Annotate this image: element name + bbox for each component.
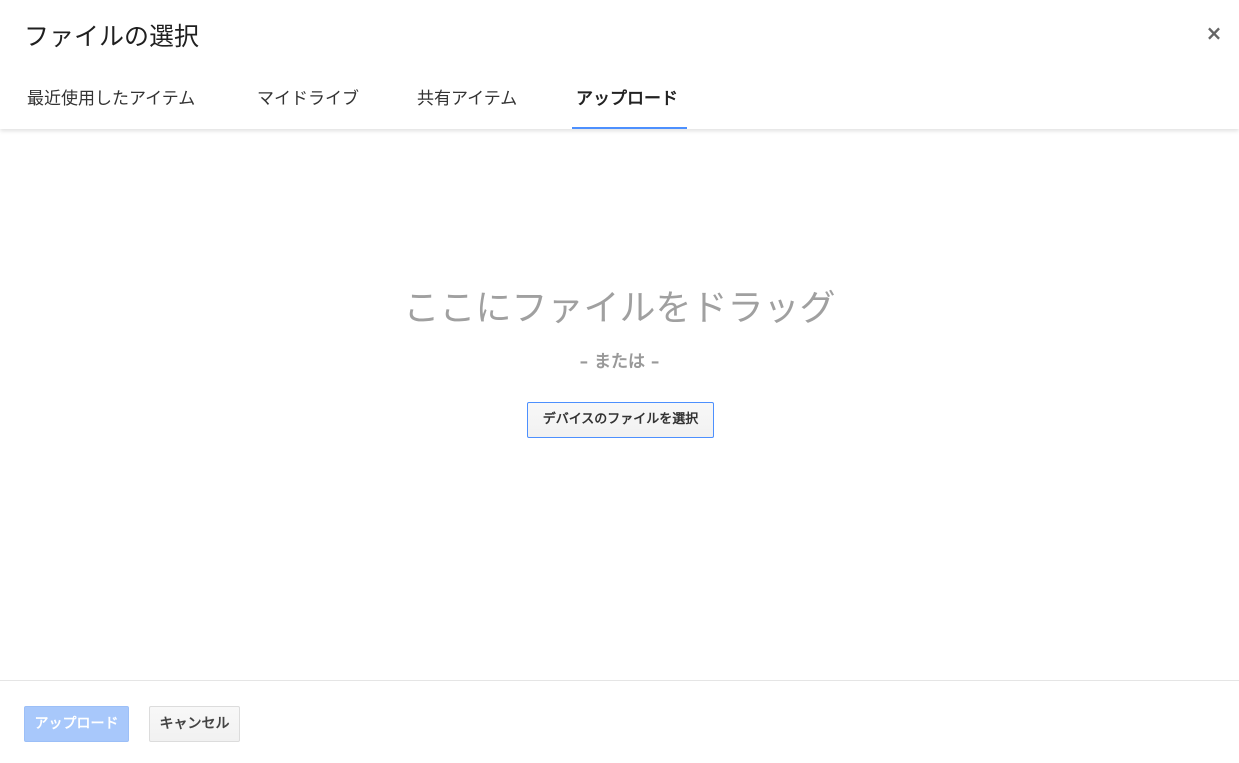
tab-upload[interactable]: アップロード bbox=[572, 76, 687, 129]
cancel-button[interactable]: キャンセル bbox=[149, 706, 240, 742]
close-icon[interactable]: × bbox=[1203, 22, 1225, 44]
drag-instruction: ここにファイルをドラッグ bbox=[403, 288, 836, 329]
tab-recent[interactable]: 最近使用したアイテム bbox=[23, 76, 199, 129]
dialog-title: ファイルの選択 bbox=[24, 22, 200, 51]
or-separator: – または – bbox=[579, 352, 660, 372]
select-device-file-button[interactable]: デバイスのファイルを選択 bbox=[527, 402, 714, 438]
upload-button[interactable]: アップロード bbox=[24, 706, 129, 742]
file-picker-dialog: ファイルの選択 × 最近使用したアイテム マイドライブ 共有アイテム アップロー… bbox=[0, 0, 1239, 763]
tab-bar: 最近使用したアイテム マイドライブ 共有アイテム アップロード bbox=[0, 76, 900, 129]
drop-zone[interactable]: ここにファイルをドラッグ – または – デバイスのファイルを選択 bbox=[0, 129, 1239, 680]
dialog-header: ファイルの選択 × 最近使用したアイテム マイドライブ 共有アイテム アップロー… bbox=[0, 0, 1239, 129]
tab-shared[interactable]: 共有アイテム bbox=[413, 76, 521, 129]
tab-my-drive[interactable]: マイドライブ bbox=[253, 76, 363, 129]
dialog-footer: アップロード キャンセル bbox=[0, 680, 1239, 763]
